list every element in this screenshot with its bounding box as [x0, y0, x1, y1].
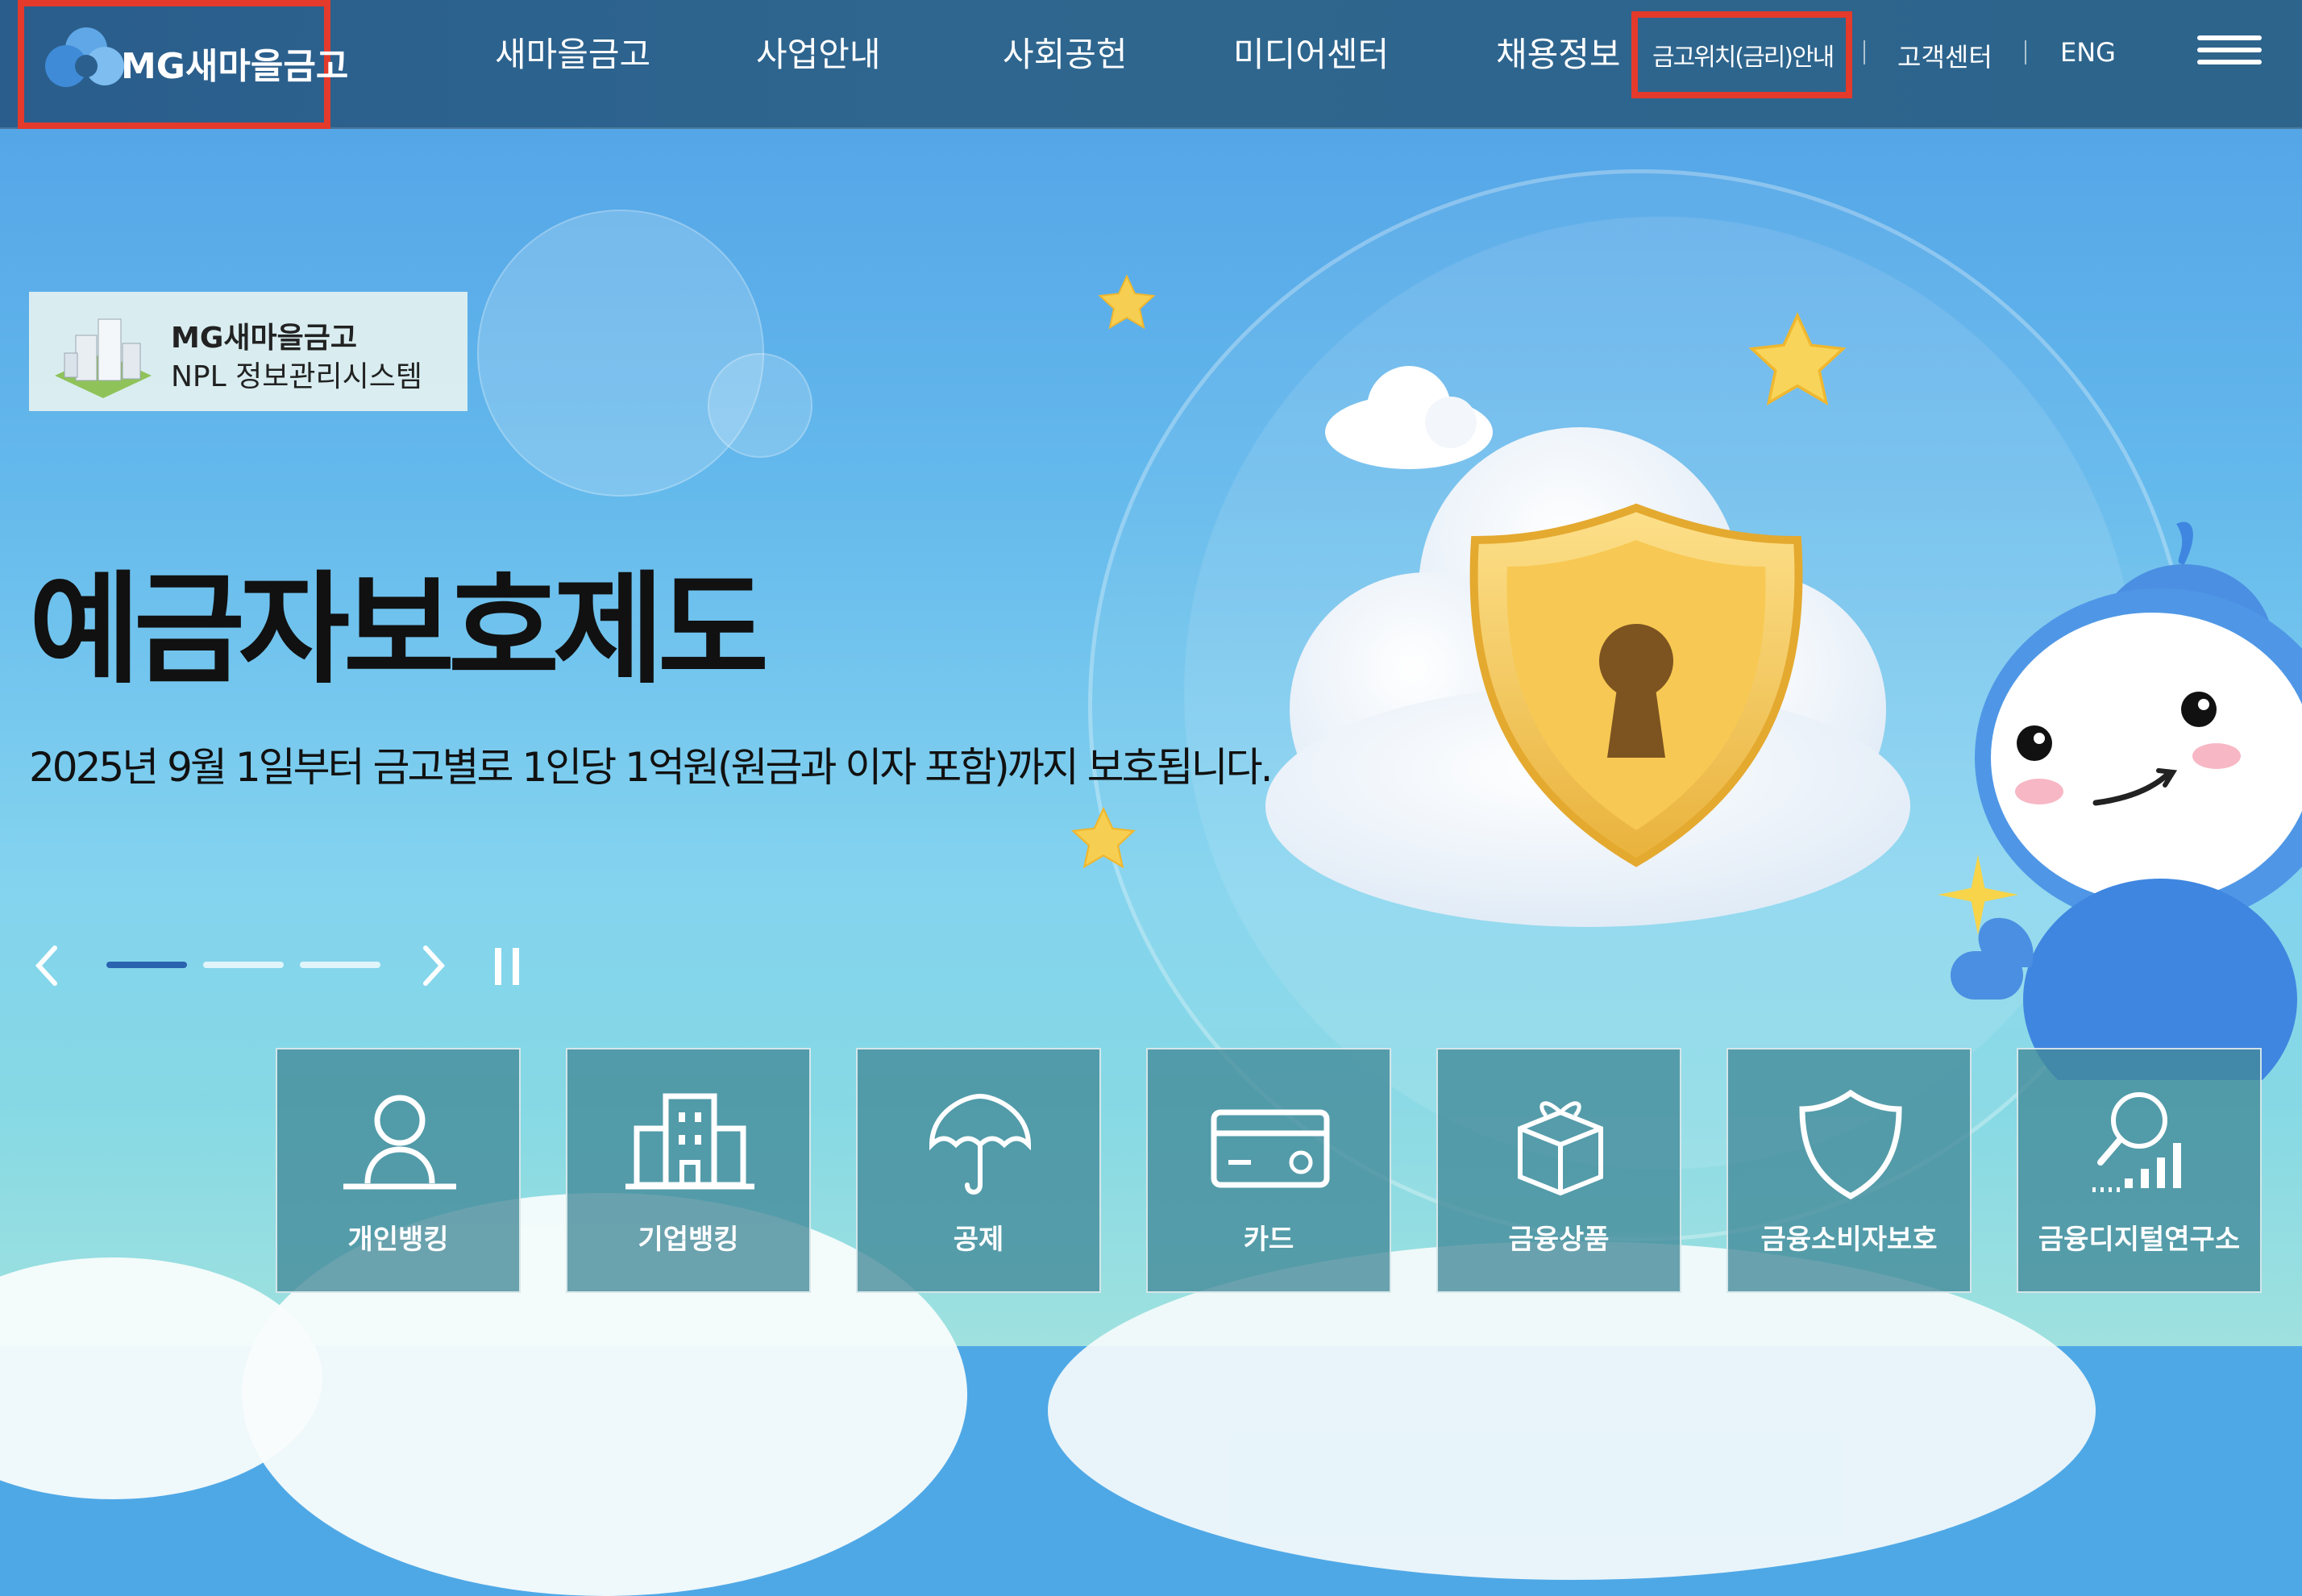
hero-subline: 2025년 9월 1일부터 금고별로 1인당 1억원(원금과 이자 포함)까지 … [29, 744, 1274, 791]
hamburger-icon[interactable] [2197, 35, 2262, 68]
building-icon [625, 1093, 754, 1190]
quick-label: 금융소비자보호 [1760, 1224, 1938, 1256]
gift-box-icon [1518, 1101, 1603, 1196]
shield-icon [1799, 1089, 1902, 1199]
quick-label: 금융디지털연구소 [2038, 1224, 2241, 1256]
nav-recruit[interactable]: 채용정보 [1496, 27, 1621, 77]
umbrella-icon [929, 1093, 1032, 1195]
npl-title: MG새마을금고 [171, 322, 357, 355]
slide-indicator-1[interactable] [106, 962, 187, 968]
slide-indicator-2[interactable] [203, 962, 284, 968]
shield-cloud-illustration [1265, 427, 1910, 927]
quick-label: 기업뱅킹 [638, 1224, 739, 1256]
divider [1864, 40, 1865, 64]
quick-business-banking[interactable]: 기업뱅킹 [566, 1048, 811, 1293]
mg-logo-icon [45, 27, 124, 87]
top-header: MG새마을금고 새마을금고 사업안내 사회공헌 미디어센터 채용정보 금고위치(… [0, 0, 2302, 129]
quick-card[interactable]: 카드 [1146, 1048, 1391, 1293]
nav-social[interactable]: 사회공헌 [1003, 27, 1128, 77]
next-arrow-icon[interactable] [419, 943, 448, 988]
rate-info-link[interactable]: 금고위치(금리)안내 [1652, 37, 1835, 73]
quick-label: 금융상품 [1508, 1224, 1610, 1256]
magnifier-chart-icon [2092, 1092, 2181, 1192]
quick-label: 카드 [1243, 1224, 1294, 1256]
quick-digital-lab[interactable]: 금융디지털연구소 [2017, 1048, 2262, 1293]
divider [2025, 40, 2026, 64]
logo-text: MG새마을금고 [121, 46, 349, 87]
quick-consumer-protection[interactable]: 금융소비자보호 [1726, 1048, 1972, 1293]
eng-link[interactable]: ENG [2060, 37, 2116, 68]
customer-center-link[interactable]: 고객센터 [1897, 37, 1992, 74]
quick-label: 개인뱅킹 [347, 1224, 449, 1256]
card-icon [1211, 1109, 1330, 1188]
buildings-icon [55, 318, 152, 398]
slide-indicator-3[interactable] [300, 962, 380, 968]
hero-headline: 예금자보호제도 [29, 560, 769, 700]
person-icon [343, 1095, 456, 1190]
quick-label: 공제 [953, 1224, 1004, 1256]
mascot-illustration [1951, 522, 2302, 1080]
nav-media[interactable]: 미디어센터 [1233, 27, 1389, 77]
nav-business[interactable]: 사업안내 [756, 27, 881, 77]
pause-icon[interactable] [492, 945, 524, 988]
star-icon [1748, 312, 1847, 405]
decor-bubble [477, 210, 764, 497]
npl-banner[interactable]: MG새마을금고 NPL 정보관리시스템 [29, 292, 467, 411]
quick-insurance[interactable]: 공제 [856, 1048, 1101, 1293]
quick-financial-products[interactable]: 금융상품 [1436, 1048, 1681, 1293]
quick-personal-banking[interactable]: 개인뱅킹 [276, 1048, 521, 1293]
decor-bubble-small [708, 353, 812, 458]
prev-arrow-icon[interactable] [32, 943, 61, 988]
nav-saemaeul[interactable]: 새마을금고 [495, 27, 650, 77]
npl-subtitle: NPL 정보관리시스템 [171, 360, 422, 393]
logo-link[interactable]: MG새마을금고 [18, 0, 348, 129]
star-icon [1098, 274, 1156, 330]
star-icon [1070, 806, 1136, 869]
